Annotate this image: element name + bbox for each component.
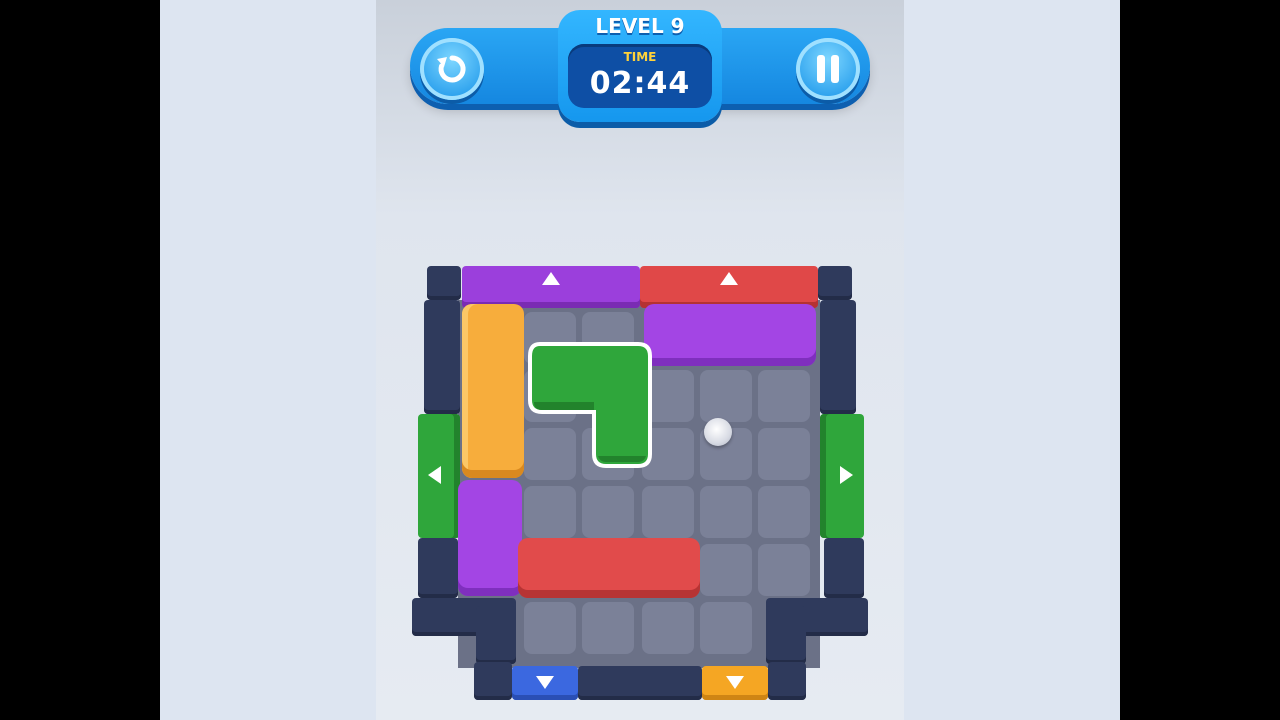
right-background-panel bbox=[904, 0, 1120, 720]
floor-cell bbox=[758, 486, 810, 538]
wall-bottom-right-inner bbox=[766, 606, 806, 664]
floor-cell bbox=[582, 602, 634, 654]
floor-cell bbox=[524, 486, 576, 538]
wall-bottom-left-inner bbox=[476, 606, 516, 664]
exit-gate-purple-top bbox=[462, 266, 640, 308]
block-green-l-shape[interactable] bbox=[526, 340, 656, 472]
exit-gate-green-right bbox=[820, 414, 864, 538]
wall-right-upper bbox=[820, 300, 856, 414]
arrow-up-icon bbox=[720, 272, 738, 285]
left-background-panel bbox=[160, 0, 376, 720]
exit-gate-blue-bottom bbox=[512, 666, 578, 700]
floor-cell bbox=[700, 602, 752, 654]
block-orange-vertical[interactable] bbox=[462, 304, 524, 478]
block-purple-vertical[interactable] bbox=[458, 480, 522, 596]
wall-bottom-middle bbox=[578, 666, 702, 700]
floor-cell bbox=[582, 486, 634, 538]
wall-right-lower bbox=[824, 538, 864, 598]
puzzle-board bbox=[376, 0, 904, 720]
exit-gate-green-left bbox=[418, 414, 460, 538]
floor-cell bbox=[524, 602, 576, 654]
game-screen: LEVEL 9 TIME 02:44 bbox=[376, 0, 904, 720]
floor-cell bbox=[700, 370, 752, 422]
exit-gate-orange-bottom bbox=[702, 666, 768, 700]
floor-cell bbox=[700, 486, 752, 538]
wall-bottom-corner-left bbox=[474, 662, 512, 700]
arrow-down-icon bbox=[726, 676, 744, 689]
exit-gate-red-top bbox=[640, 266, 818, 308]
block-red-horizontal[interactable] bbox=[518, 538, 700, 598]
arrow-down-icon bbox=[536, 676, 554, 689]
arrow-left-icon bbox=[428, 466, 441, 484]
floor-cell bbox=[758, 428, 810, 480]
wall-bottom-corner-right bbox=[768, 662, 806, 700]
floor-cell bbox=[758, 544, 810, 596]
board-knob bbox=[704, 418, 732, 446]
floor-cell bbox=[642, 486, 694, 538]
arrow-up-icon bbox=[542, 272, 560, 285]
wall-left-lower bbox=[418, 538, 458, 598]
floor-cell bbox=[758, 370, 810, 422]
wall-left-upper bbox=[424, 300, 460, 414]
block-purple-horizontal[interactable] bbox=[644, 304, 816, 366]
wall-corner-top-left bbox=[427, 266, 461, 300]
floor-cell bbox=[642, 602, 694, 654]
arrow-right-icon bbox=[840, 466, 853, 484]
floor-cell bbox=[700, 544, 752, 596]
wall-corner-top-right bbox=[818, 266, 852, 300]
